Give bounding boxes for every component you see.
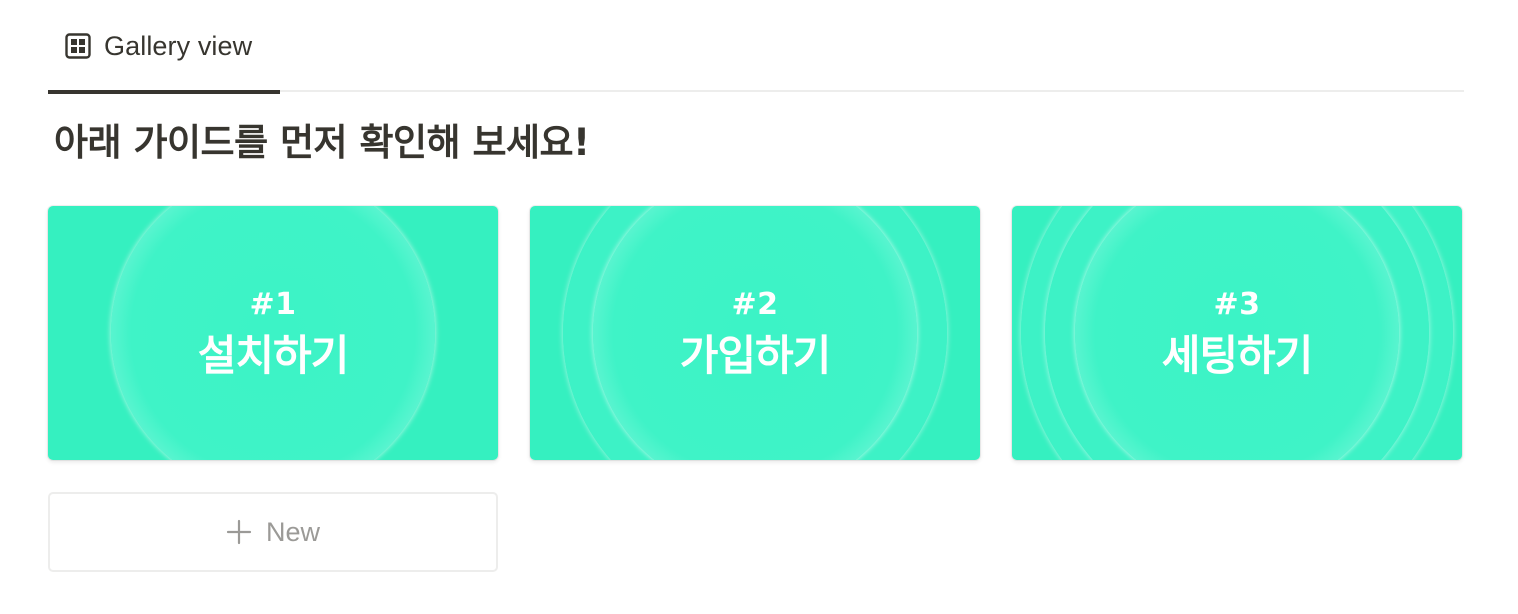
card-cover-text: #2 가입하기	[530, 206, 980, 460]
card-number: #2	[731, 287, 779, 322]
card-title: 설치하기	[197, 331, 350, 380]
view-tab-bar: Gallery view	[48, 0, 1464, 94]
gallery-card-signup[interactable]: #2 가입하기	[530, 206, 980, 460]
card-title: 세팅하기	[1161, 331, 1314, 380]
card-title: 가입하기	[679, 331, 832, 380]
card-number: #3	[1213, 287, 1261, 322]
plus-icon	[226, 519, 252, 545]
card-number: #1	[249, 287, 297, 322]
new-button-label: New	[265, 516, 320, 547]
page-title: 아래 가이드를 먼저 확인해 보세요!	[54, 121, 590, 164]
new-card-button[interactable]: New	[48, 492, 498, 572]
card-cover-text: #3 세팅하기	[1012, 206, 1462, 460]
gallery-card-install[interactable]: #1 설치하기	[48, 206, 498, 460]
card-cover-text: #1 설치하기	[48, 206, 498, 460]
tab-label: Gallery view	[104, 30, 253, 61]
gallery-grid-icon	[64, 32, 92, 60]
tab-gallery-view[interactable]: Gallery view	[48, 0, 280, 94]
gallery-card-setup[interactable]: #3 세팅하기	[1012, 206, 1462, 460]
